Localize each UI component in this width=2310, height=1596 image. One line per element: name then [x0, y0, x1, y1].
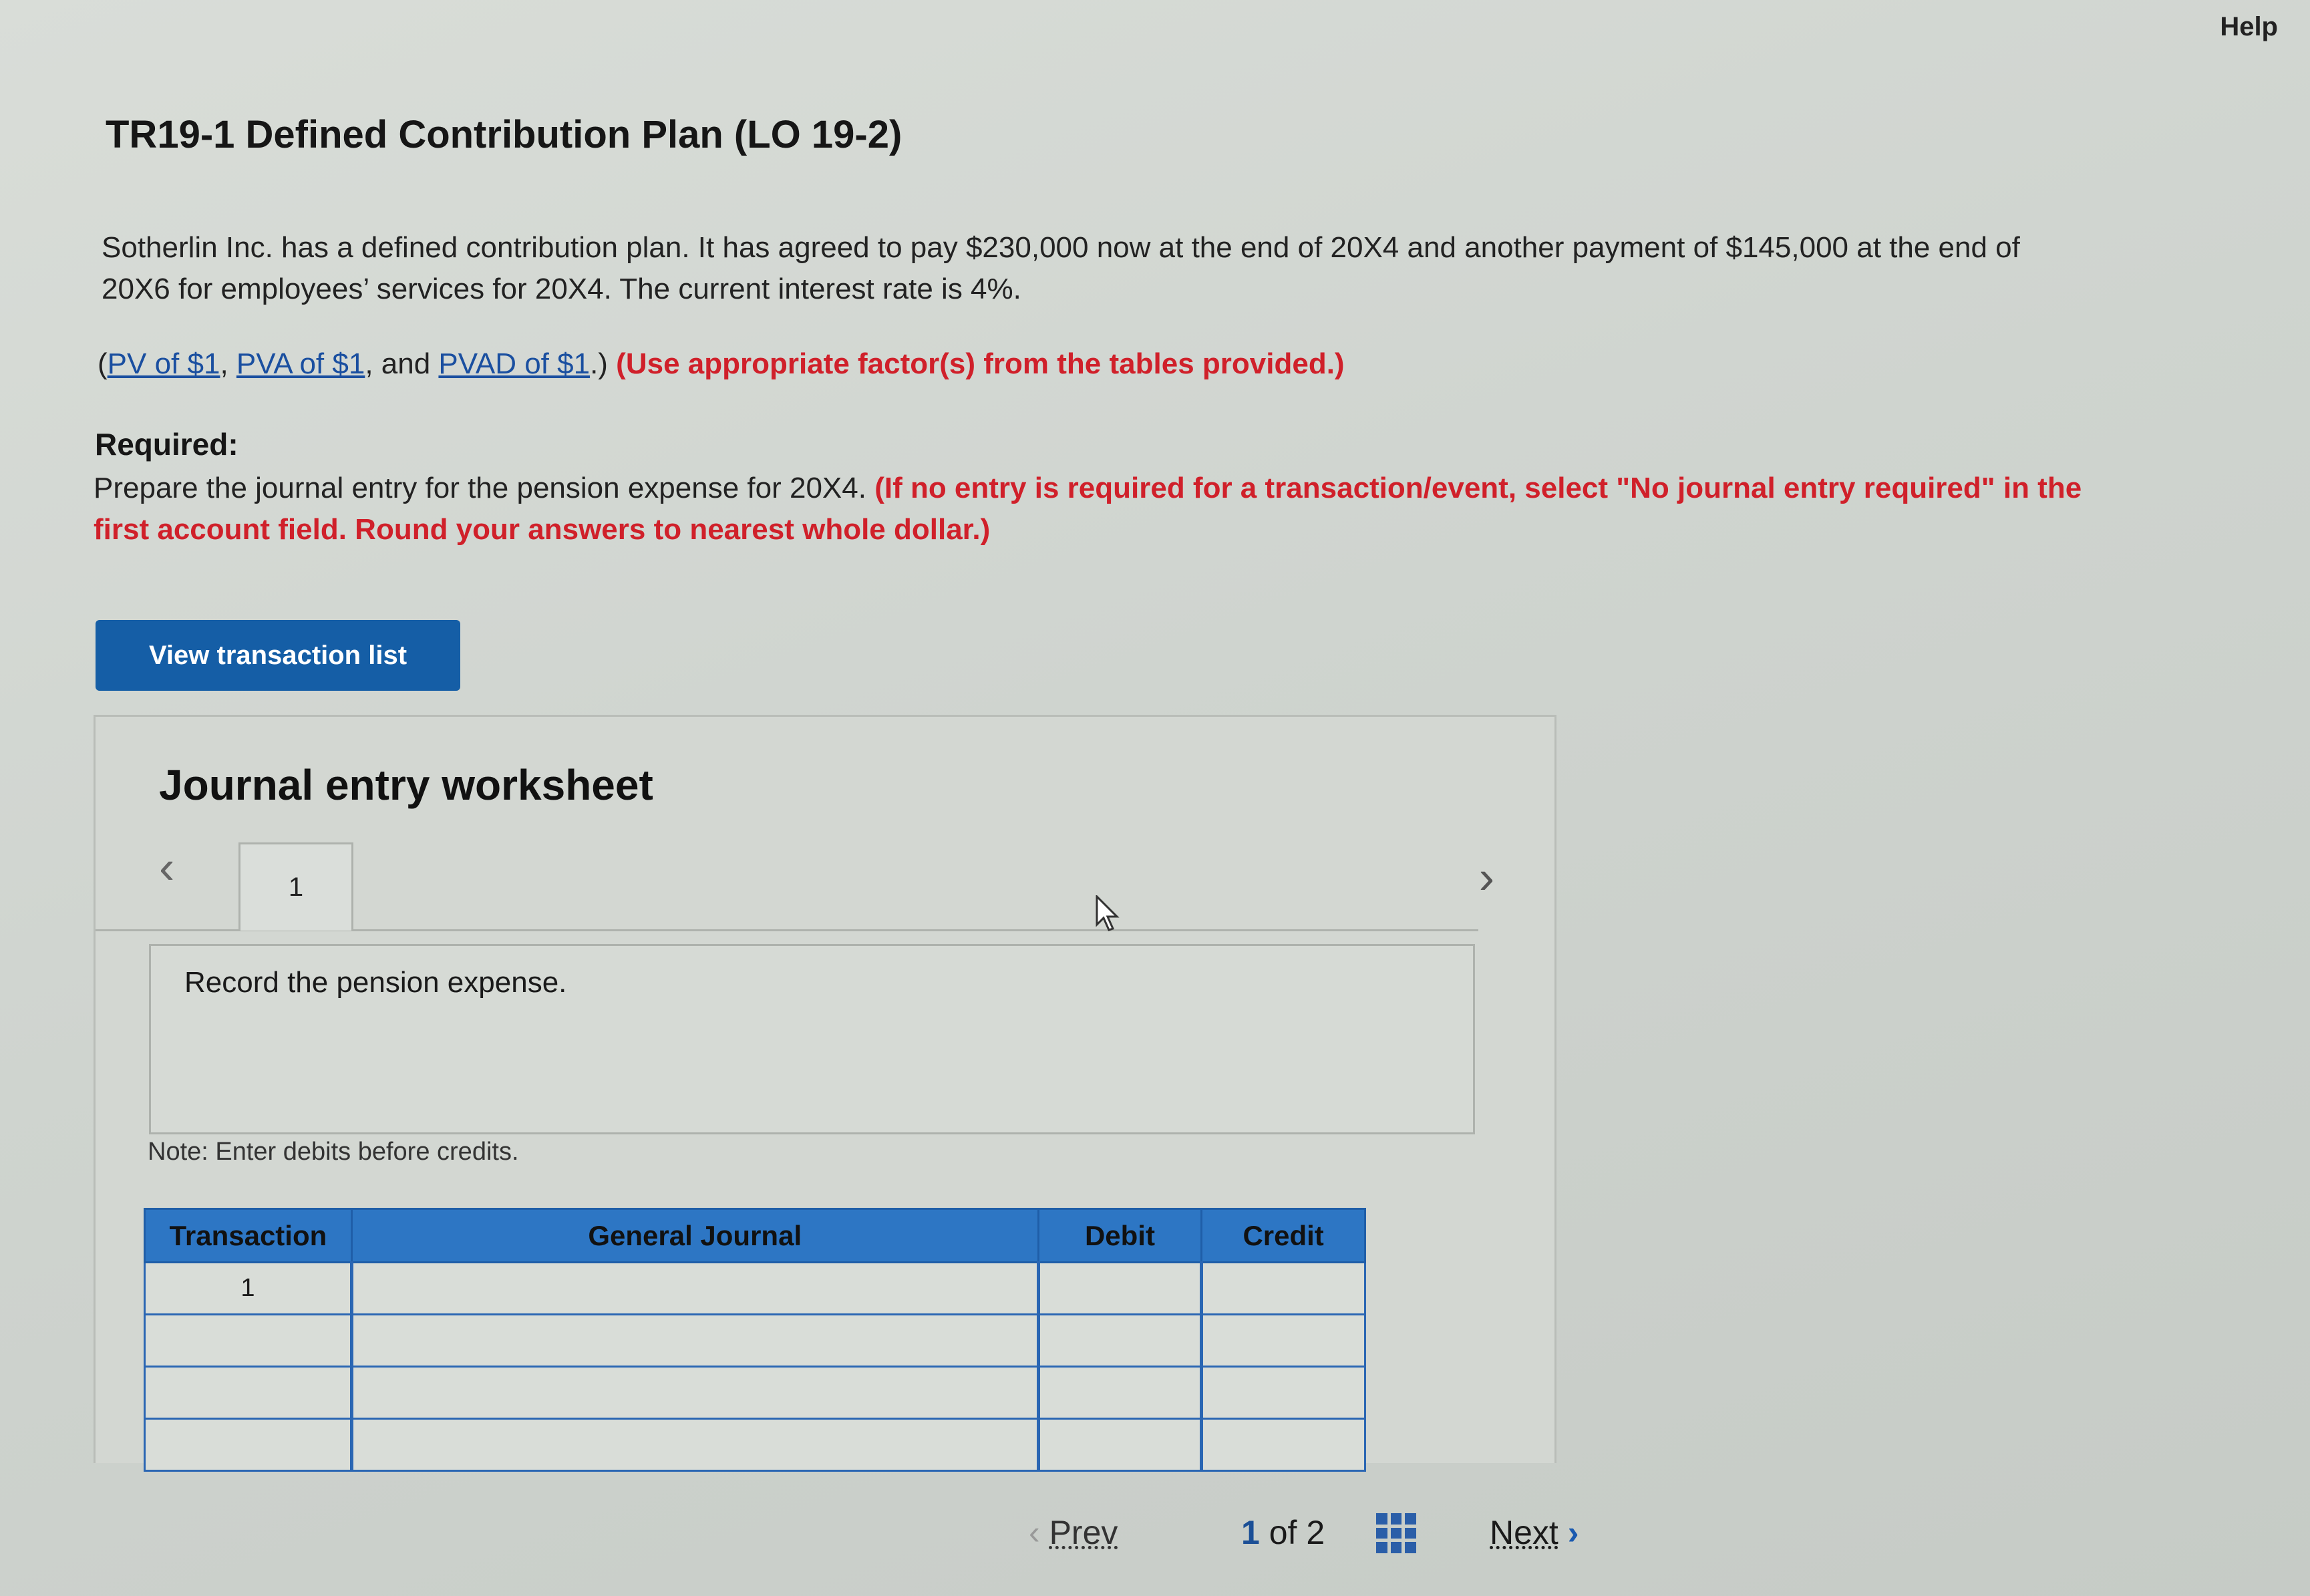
account-field[interactable] — [349, 1261, 1039, 1315]
col-general-journal: General Journal — [350, 1208, 1039, 1263]
journal-table: Transaction General Journal Debit Credit… — [144, 1208, 1366, 1472]
chevron-right-icon[interactable]: › — [1479, 850, 1494, 904]
pv-of-1-link[interactable]: PV of $1 — [108, 347, 220, 380]
transaction-cell — [144, 1313, 353, 1368]
links-sep2: , and — [365, 347, 439, 380]
factor-instruction: (Use appropriate factor(s) from the tabl… — [616, 347, 1345, 380]
col-credit: Credit — [1200, 1208, 1366, 1263]
problem-title: TR19-1 Defined Contribution Plan (LO 19-… — [106, 113, 902, 156]
worksheet-tab-1[interactable]: 1 — [238, 842, 353, 931]
entry-note: Note: Enter debits before credits. — [148, 1138, 519, 1166]
grid-icon[interactable] — [1376, 1513, 1416, 1553]
mouse-cursor-icon — [1096, 895, 1120, 931]
view-transaction-list-button[interactable]: View transaction list — [96, 620, 460, 691]
total-pages: 2 — [1306, 1514, 1325, 1551]
worksheet-title: Journal entry worksheet — [159, 761, 653, 809]
chevron-right-icon: › — [1567, 1514, 1579, 1551]
required-prompt: Prepare the journal entry for the pensio… — [94, 472, 875, 504]
account-field[interactable] — [349, 1366, 1039, 1420]
links-open: ( — [98, 347, 108, 380]
credit-field[interactable] — [1200, 1261, 1366, 1315]
table-row — [144, 1313, 1366, 1368]
credit-field[interactable] — [1200, 1313, 1366, 1368]
chevron-left-icon: ‹ — [1029, 1514, 1040, 1551]
pager: ‹ Prev 1 of 2 Next › — [1029, 1506, 1630, 1567]
pva-of-1-link[interactable]: PVA of $1 — [236, 347, 365, 380]
current-page: 1 — [1241, 1514, 1260, 1551]
required-label: Required: — [95, 427, 238, 462]
col-transaction: Transaction — [144, 1208, 353, 1263]
debit-field[interactable] — [1036, 1418, 1203, 1472]
pvad-of-1-link[interactable]: PVAD of $1 — [438, 347, 590, 380]
table-row: 1 — [144, 1261, 1366, 1315]
next-button[interactable]: Next › — [1490, 1513, 1579, 1552]
page-count: 1 of 2 — [1241, 1513, 1325, 1552]
debit-field[interactable] — [1036, 1366, 1203, 1420]
table-row — [144, 1418, 1366, 1472]
transaction-cell — [144, 1418, 353, 1472]
next-label: Next — [1490, 1514, 1558, 1551]
journal-entry-worksheet: Journal entry worksheet ‹ 1 › Record the… — [94, 715, 1556, 1472]
entry-description: Record the pension expense. — [149, 944, 1475, 1134]
debit-field[interactable] — [1036, 1313, 1203, 1368]
factor-links: (PV of $1, PVA of $1, and PVAD of $1.) (… — [98, 347, 1345, 381]
debit-field[interactable] — [1036, 1261, 1203, 1315]
account-field[interactable] — [349, 1418, 1039, 1472]
links-sep1: , — [220, 347, 236, 380]
col-debit: Debit — [1037, 1208, 1203, 1263]
table-row — [144, 1366, 1366, 1420]
credit-field[interactable] — [1200, 1366, 1366, 1420]
credit-field[interactable] — [1200, 1418, 1366, 1472]
page-of-label: of — [1269, 1514, 1297, 1551]
account-field[interactable] — [349, 1313, 1039, 1368]
transaction-cell: 1 — [144, 1261, 353, 1315]
chevron-left-icon[interactable]: ‹ — [159, 840, 174, 894]
journal-header-row: Transaction General Journal Debit Credit — [144, 1208, 1366, 1263]
problem-paragraph: Sotherlin Inc. has a defined contributio… — [102, 231, 2020, 305]
required-text: Prepare the journal entry for the pensio… — [94, 468, 2138, 550]
prev-label: Prev — [1049, 1514, 1118, 1551]
transaction-cell — [144, 1366, 353, 1420]
help-link[interactable]: Help — [2220, 12, 2278, 42]
prev-button[interactable]: ‹ Prev — [1029, 1513, 1118, 1552]
links-close: .) — [590, 347, 617, 380]
